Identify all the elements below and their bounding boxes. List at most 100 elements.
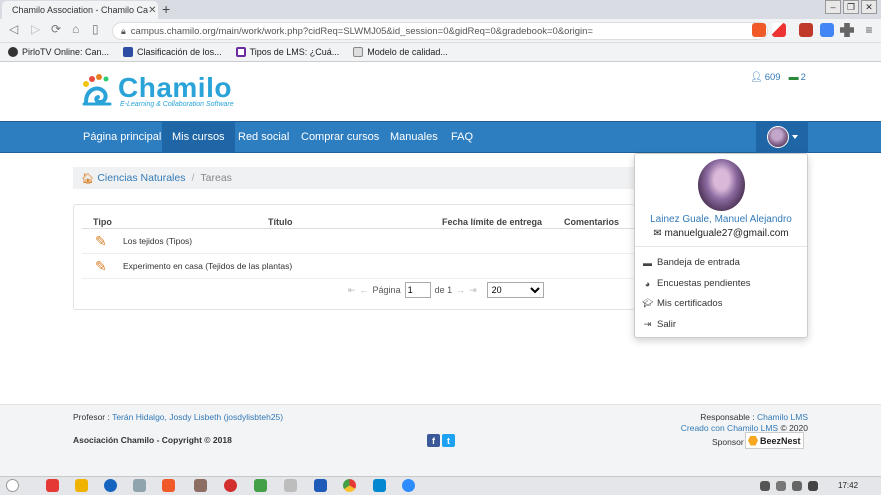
taskbar-clock[interactable]: 17:42 xyxy=(838,481,858,490)
home-icon[interactable]: ⌂ xyxy=(72,22,79,36)
envelope-icon: ✉ xyxy=(653,228,665,239)
taskbar-brave-icon[interactable] xyxy=(162,479,175,492)
first-page-icon[interactable]: ⇤ xyxy=(348,285,356,296)
taskbar-app-icon[interactable] xyxy=(284,479,297,492)
page-number-input[interactable] xyxy=(404,282,431,298)
breadcrumb-current: Tareas xyxy=(200,172,232,184)
taskbar-app-icon[interactable] xyxy=(194,479,207,492)
taskbar-chrome-icon[interactable] xyxy=(343,479,356,492)
avatar xyxy=(698,159,745,211)
minimize-icon[interactable]: – xyxy=(825,0,841,14)
breadcrumb: 🏠︎ Ciencias Naturales / Tareas xyxy=(73,167,635,189)
previous-page-icon[interactable]: ← xyxy=(360,285,369,295)
responsible-link[interactable]: Chamilo LMS xyxy=(757,412,808,422)
chamilo-logo-mark-icon xyxy=(80,74,118,108)
close-window-icon[interactable]: ✕ xyxy=(861,0,877,14)
tray-icon[interactable] xyxy=(776,481,786,491)
brave-rewards-icon[interactable] xyxy=(772,23,786,37)
start-button-icon[interactable] xyxy=(6,479,19,492)
column-header-deadline[interactable]: Fecha límite de entrega xyxy=(442,217,542,227)
bookmark-item[interactable]: Clasificación de los... xyxy=(123,47,222,57)
rows-per-page-select[interactable]: 20 xyxy=(486,282,544,298)
pagination: ⇤ ← Página de 1 → ⇥ 20 xyxy=(348,282,544,298)
bookmark-item[interactable]: Tipos de LMS: ¿Cuá... xyxy=(235,47,339,57)
taskbar-app-icon[interactable] xyxy=(104,479,117,492)
volume-icon[interactable] xyxy=(808,481,818,491)
breadcrumb-course-link[interactable]: Ciencias Naturales xyxy=(97,172,185,184)
caret-down-icon xyxy=(791,135,798,139)
tab-close-icon[interactable]: ✕ xyxy=(148,5,156,16)
lock-icon: 🔒︎ xyxy=(121,25,126,36)
pdf-extension-icon[interactable] xyxy=(799,23,813,37)
taskbar-app-icon[interactable] xyxy=(75,479,88,492)
taskbar-word-icon[interactable] xyxy=(314,479,327,492)
nav-home[interactable]: Página principal xyxy=(73,121,171,153)
user-menu-toggle[interactable] xyxy=(756,121,808,153)
nav-buy-courses[interactable]: Comprar cursos xyxy=(291,121,389,153)
taskbar-zoom-icon[interactable] xyxy=(402,479,415,492)
last-page-icon[interactable]: ⇥ xyxy=(469,285,477,296)
users-icon: 👤︎ xyxy=(750,72,763,83)
footer-teacher: Profesor : Terán Hidalgo, Josdy Lisbeth … xyxy=(73,412,284,422)
footer-copyright: Asociación Chamilo - Copyright © 2018 xyxy=(73,435,232,445)
user-name-link[interactable]: Lainez Guale, Manuel Alejandro xyxy=(634,214,808,225)
online-count[interactable]: ▬ 2 xyxy=(789,72,806,83)
tray-icon[interactable] xyxy=(760,481,770,491)
table-row[interactable]: ✎ Los tejidos (Tipos) xyxy=(82,229,635,254)
maximize-icon[interactable]: ❐ xyxy=(843,0,859,14)
dropdown-item-surveys[interactable]: ◕ Encuestas pendientes xyxy=(642,278,751,289)
taskbar-app-icon[interactable] xyxy=(373,479,386,492)
facebook-icon[interactable]: f xyxy=(427,434,440,447)
translate-extension-icon[interactable] xyxy=(820,23,834,37)
table-row[interactable]: ✎ Experimento en casa (Tejidos de las pl… xyxy=(82,254,635,279)
home-icon: 🏠︎ xyxy=(81,172,95,185)
sponsor-logo[interactable]: BeezNest xyxy=(745,432,804,449)
assignment-title-link[interactable]: Experimento en casa (Tejidos de las plan… xyxy=(123,261,292,271)
bookmark-star-icon[interactable]: ▯ xyxy=(92,22,99,36)
teacher-link[interactable]: Terán Hidalgo, Josdy Lisbeth (josdylisbt… xyxy=(112,412,283,422)
graduation-cap-icon: 🎓︎ xyxy=(642,298,654,308)
new-tab-button[interactable]: + xyxy=(162,2,170,16)
column-header-title[interactable]: Título xyxy=(268,217,293,227)
beeznest-hex-icon xyxy=(748,435,758,446)
bookmark-item[interactable]: PirloTV Online: Can... xyxy=(8,47,109,57)
users-count[interactable]: 👤︎ 609 xyxy=(750,72,781,83)
nav-manuals[interactable]: Manuales xyxy=(380,121,448,153)
online-users-icon: ▬ xyxy=(788,72,799,83)
brave-shield-icon[interactable] xyxy=(752,23,766,37)
nav-social-network[interactable]: Red social xyxy=(228,121,299,153)
column-header-comments[interactable]: Comentarios xyxy=(564,217,619,227)
next-page-icon[interactable]: → xyxy=(456,285,465,295)
footer-responsible: Responsable : Chamilo LMS xyxy=(700,412,808,422)
bookmark-item[interactable]: Modelo de calidad... xyxy=(353,47,448,57)
dropdown-item-inbox[interactable]: ▬ Bandeja de entrada xyxy=(642,257,740,268)
logo-name: Chamilo xyxy=(118,72,232,103)
dropdown-item-logout[interactable]: ⇥ Salir xyxy=(642,319,676,330)
sponsor-label: Sponsor xyxy=(712,437,744,447)
reload-icon[interactable]: ⟳ xyxy=(51,22,61,36)
site-favicon-icon xyxy=(353,47,364,57)
breadcrumb-separator: / xyxy=(191,172,195,184)
taskbar-app-icon[interactable] xyxy=(133,479,146,492)
browser-tab[interactable]: Chamilo Association - Chamilo Ca ✕ xyxy=(2,1,158,19)
column-header-type[interactable]: Tipo xyxy=(93,217,112,227)
url-bar[interactable]: 🔒︎ campus.chamilo.org/main/work/work.php… xyxy=(112,22,768,40)
chamilo-logo[interactable]: Chamilo E-Learning & Collaboration Softw… xyxy=(80,74,234,108)
dropdown-item-certificates[interactable]: 🎓︎ Mis certificados xyxy=(642,298,722,309)
battery-icon[interactable] xyxy=(792,481,802,491)
nav-faq[interactable]: FAQ xyxy=(441,121,483,153)
soccer-ball-icon xyxy=(8,47,18,57)
social-links: f t xyxy=(427,434,455,447)
back-icon[interactable]: ◁ xyxy=(9,22,18,36)
window-controls: – ❐ ✕ xyxy=(825,0,877,14)
taskbar-app-icon[interactable] xyxy=(46,479,59,492)
nav-my-courses[interactable]: Mis cursos xyxy=(162,121,235,153)
taskbar-app-icon[interactable] xyxy=(254,479,267,492)
taskbar-app-icon[interactable] xyxy=(224,479,237,492)
menu-icon[interactable]: ≡ xyxy=(862,23,876,37)
twitter-icon[interactable]: t xyxy=(442,434,455,447)
forward-icon[interactable]: ▷ xyxy=(31,22,40,36)
top-stats: 👤︎ 609 ▬ 2 xyxy=(750,72,806,83)
bookmarks-bar: PirloTV Online: Can... Clasificación de … xyxy=(0,43,881,62)
assignment-title-link[interactable]: Los tejidos (Tipos) xyxy=(123,236,192,246)
